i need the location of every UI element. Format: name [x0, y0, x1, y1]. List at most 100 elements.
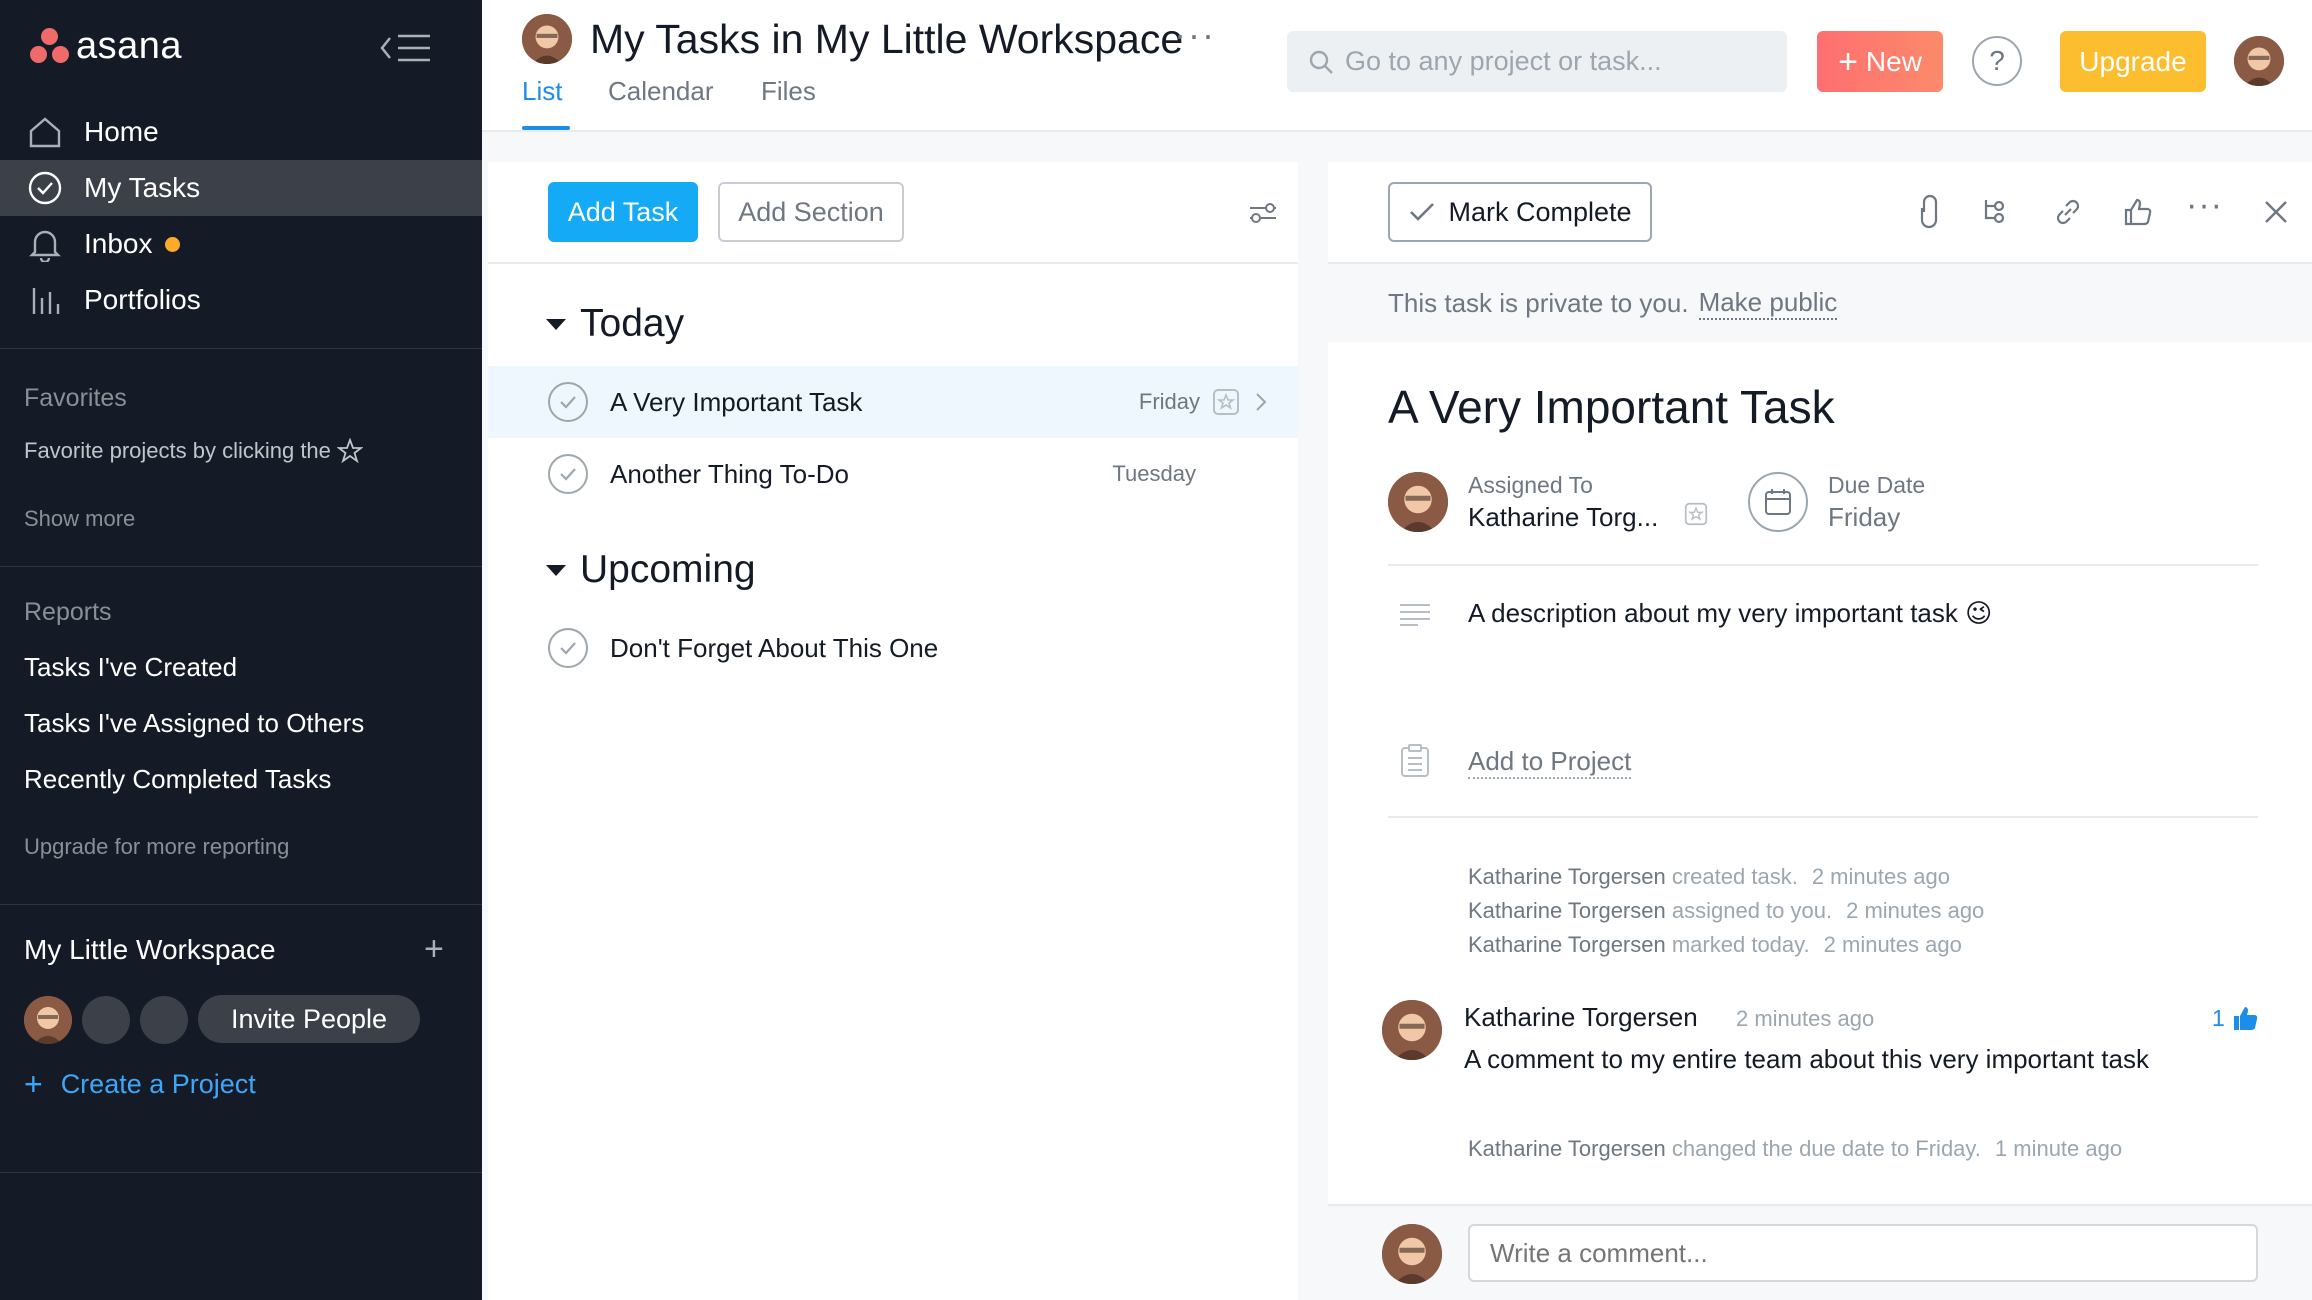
task-row[interactable]: Don't Forget About This One	[488, 612, 1298, 684]
sidebar: asana Home My Tasks Inbox Portfolios Fav…	[0, 0, 482, 1300]
assignee-name[interactable]: Katharine Torg...	[1468, 502, 1658, 533]
more-options-icon[interactable]: ···	[1174, 14, 1216, 56]
nav-inbox[interactable]: Inbox	[0, 216, 482, 272]
create-project-link[interactable]: + Create a Project	[24, 1068, 256, 1100]
more-actions-icon[interactable]: ···	[2186, 186, 2222, 224]
like-count: 1	[2212, 1004, 2225, 1031]
task-list-pane: Add Task Add Section Today A Very Import…	[488, 162, 1298, 1300]
story-user[interactable]: Katharine Torgersen	[1468, 1136, 1666, 1161]
story-user[interactable]: Katharine Torgersen	[1468, 898, 1666, 923]
check-icon	[1408, 200, 1436, 224]
help-button[interactable]: ?	[1972, 36, 2022, 86]
today-star-icon[interactable]	[1684, 502, 1708, 526]
story-user[interactable]: Katharine Torgersen	[1468, 864, 1666, 889]
mark-complete-label: Mark Complete	[1448, 196, 1632, 227]
bar-chart-icon	[26, 281, 64, 319]
story-item: Katharine Torgersen changed the due date…	[1468, 1136, 2122, 1162]
section-today[interactable]: Today	[546, 302, 684, 346]
avatar-placeholder	[82, 996, 130, 1044]
task-title[interactable]: A Very Important Task	[1388, 380, 1835, 434]
story-item: Katharine Torgersen created task. 2 minut…	[1468, 864, 1950, 890]
project-icon	[1400, 744, 1430, 778]
create-project-label: Create a Project	[60, 1068, 256, 1099]
invite-people-button[interactable]: Invite People	[198, 995, 420, 1043]
sidebar-divider	[0, 566, 482, 567]
story-item: Katharine Torgersen marked today. 2 minut…	[1468, 932, 1962, 958]
show-more-link[interactable]: Show more	[24, 506, 135, 532]
calendar-icon[interactable]	[1748, 472, 1808, 532]
story-user[interactable]: Katharine Torgersen	[1468, 932, 1666, 957]
add-to-project-link[interactable]: Add to Project	[1468, 746, 1632, 779]
comment-input[interactable]	[1468, 1224, 2258, 1282]
task-row[interactable]: Another Thing To-Do Tuesday	[488, 438, 1298, 510]
workspace-name[interactable]: My Little Workspace	[24, 934, 276, 966]
avatar[interactable]	[24, 996, 72, 1044]
story-action: assigned to you.	[1671, 898, 1833, 923]
nav-home[interactable]: Home	[0, 104, 482, 160]
home-icon	[26, 113, 64, 151]
tab-list[interactable]: List	[522, 76, 562, 107]
complete-checkbox[interactable]	[548, 382, 588, 422]
today-star-icon[interactable]	[1212, 388, 1240, 416]
link-icon[interactable]	[2050, 194, 2086, 230]
complete-checkbox[interactable]	[548, 628, 588, 668]
search-placeholder: Go to any project or task...	[1345, 46, 1662, 76]
tab-files[interactable]: Files	[761, 76, 816, 107]
avatar[interactable]	[522, 14, 572, 64]
sidebar-divider	[0, 904, 482, 905]
search-icon	[1307, 48, 1335, 76]
report-tasks-created[interactable]: Tasks I've Created	[24, 652, 237, 683]
report-recently-completed[interactable]: Recently Completed Tasks	[24, 764, 331, 795]
task-name[interactable]: A Very Important Task	[610, 387, 1139, 418]
task-name[interactable]: Don't Forget About This One	[610, 633, 1298, 664]
top-bar: My Tasks in My Little Workspace ··· List…	[482, 0, 2312, 132]
description-icon	[1398, 602, 1432, 626]
attachment-icon[interactable]	[1912, 194, 1948, 230]
comment-like[interactable]: 1	[2212, 1004, 2259, 1032]
task-detail-pane: Mark Complete ··· This task is private t…	[1328, 162, 2312, 1300]
search-input[interactable]: Go to any project or task...	[1287, 31, 1787, 92]
subtask-icon[interactable]	[1980, 194, 2016, 230]
nav-home-label: Home	[84, 116, 159, 147]
make-public-link[interactable]: Make public	[1698, 287, 1838, 320]
commenter-avatar[interactable]	[1382, 1000, 1442, 1060]
story-action: changed the due date to Friday.	[1671, 1136, 1981, 1161]
due-date-value[interactable]: Friday	[1828, 502, 1900, 533]
chevron-right-icon[interactable]	[1254, 391, 1268, 413]
report-tasks-assigned[interactable]: Tasks I've Assigned to Others	[24, 708, 364, 739]
like-icon[interactable]	[2120, 194, 2156, 230]
asana-logo[interactable]: asana	[28, 24, 182, 68]
upgrade-button[interactable]: Upgrade	[2060, 31, 2206, 92]
app-name: asana	[76, 24, 183, 67]
add-section-button[interactable]: Add Section	[718, 182, 904, 242]
avatar-placeholder	[140, 996, 188, 1044]
upgrade-reporting-link[interactable]: Upgrade for more reporting	[24, 834, 289, 860]
assignee-avatar[interactable]	[1388, 472, 1448, 532]
new-button[interactable]: + New	[1817, 31, 1943, 92]
task-description[interactable]: A description about my very important ta…	[1468, 598, 1992, 629]
list-divider	[488, 262, 1298, 264]
collapse-sidebar-icon[interactable]	[378, 28, 434, 68]
section-today-label: Today	[580, 302, 685, 345]
task-row[interactable]: A Very Important Task Friday	[488, 366, 1298, 438]
mark-complete-button[interactable]: Mark Complete	[1388, 182, 1652, 242]
task-name[interactable]: Another Thing To-Do	[610, 459, 1112, 490]
story-time: 1 minute ago	[1994, 1136, 2123, 1161]
privacy-banner: This task is private to you. Make public	[1328, 262, 2312, 342]
add-task-button[interactable]: Add Task	[548, 182, 698, 242]
complete-checkbox[interactable]	[548, 454, 588, 494]
sidebar-divider	[0, 348, 482, 349]
comment-author[interactable]: Katharine Torgersen	[1464, 1002, 1698, 1033]
section-upcoming[interactable]: Upcoming	[546, 548, 756, 592]
nav-portfolios[interactable]: Portfolios	[0, 272, 482, 328]
close-icon[interactable]	[2258, 194, 2294, 230]
add-workspace-icon[interactable]: +	[424, 932, 444, 966]
nav-my-tasks[interactable]: My Tasks	[0, 160, 482, 216]
nav-portfolios-label: Portfolios	[84, 284, 201, 315]
user-avatar[interactable]	[2234, 36, 2284, 86]
bell-icon	[26, 225, 64, 263]
story-time: 2 minutes ago	[1846, 898, 1985, 923]
filter-icon[interactable]	[1248, 198, 1278, 228]
reports-heading: Reports	[24, 598, 112, 626]
tab-calendar[interactable]: Calendar	[608, 76, 714, 107]
